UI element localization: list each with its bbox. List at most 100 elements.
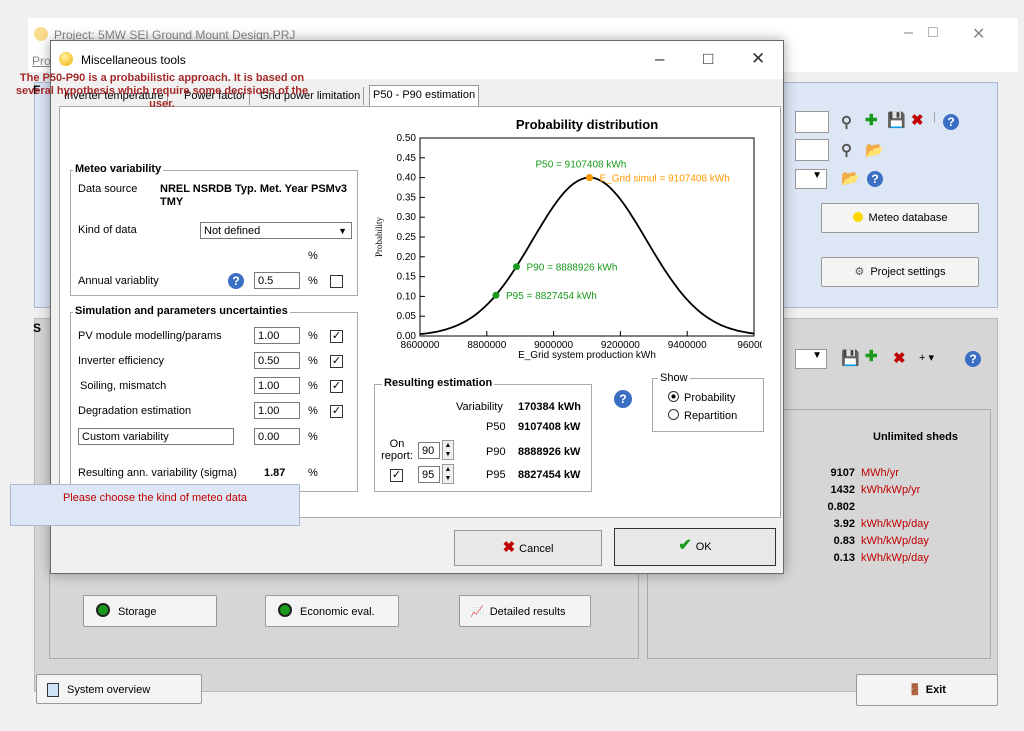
minimize-icon[interactable]: – <box>655 49 664 69</box>
kind-of-data-select[interactable]: Not defined ▼ <box>200 222 352 239</box>
uncert-input[interactable]: 1.00 <box>254 402 300 419</box>
project-field-2[interactable] <box>795 139 829 161</box>
x-tick-label: 9400000 <box>668 340 707 351</box>
uncert-label: Degradation estimation <box>78 405 192 417</box>
p95-percent-input[interactable]: 95 <box>418 466 440 483</box>
p90-label: P90 <box>486 446 506 458</box>
y-tick-label: 0.25 <box>397 232 417 243</box>
result-row: 0.802 <box>827 501 855 513</box>
y-tick-label: 0.40 <box>397 173 417 184</box>
help-icon-2[interactable]: ? <box>867 171 883 187</box>
data-point <box>585 174 593 182</box>
economic-eval-label: Economic eval. <box>300 606 375 618</box>
close-icon[interactable]: ✕ <box>972 24 985 44</box>
spin-icon[interactable]: ▲ ▼ <box>442 464 454 484</box>
save-icon-2[interactable]: 💾 <box>841 349 860 367</box>
storage-icon <box>96 603 110 617</box>
chevron-down-icon: ▼ <box>338 226 347 236</box>
uncert-checkbox[interactable]: ✓ <box>330 405 343 418</box>
kind-of-data-value: Not defined <box>204 225 261 237</box>
uncert-checkbox[interactable]: ✓ <box>330 380 343 393</box>
minimize-icon[interactable]: – <box>904 24 913 42</box>
results-list: 9107 MWh/yr 1432 kWh/kWp/yr 0.802 3.92 kWh/… <box>815 465 928 567</box>
show-title: Show <box>658 372 690 384</box>
warning-text: The P50-P90 is a probabilistic approach.… <box>15 72 309 110</box>
report-checkbox[interactable]: ✓ <box>390 469 403 482</box>
dialog-title: Miscellaneous tools <box>81 53 186 67</box>
help-icon[interactable]: ? <box>614 390 632 408</box>
divider: | <box>933 111 936 123</box>
chart-icon: 📈 <box>470 606 484 618</box>
custom-variability-label-input[interactable]: Custom variability <box>78 428 234 445</box>
uncert-input[interactable]: 1.00 <box>254 377 300 394</box>
storage-label: Storage <box>118 606 157 618</box>
folder-icon-2[interactable]: 📂 <box>841 169 860 187</box>
kind-of-data-label: Kind of data <box>78 224 137 236</box>
uncert-input[interactable]: 1.00 <box>254 327 300 344</box>
overview-icon <box>47 683 59 697</box>
y-tick-label: 0.35 <box>397 192 417 203</box>
x-axis-label: E_Grid system production kWh <box>518 350 656 361</box>
search-icon-2[interactable]: ⚲ <box>841 141 852 159</box>
add-icon[interactable]: ✚ <box>865 111 878 129</box>
project-select[interactable]: ▼ <box>795 169 827 189</box>
project-settings-button[interactable]: ⚙ Project settings <box>821 257 979 287</box>
economic-icon <box>278 603 292 617</box>
exit-button[interactable]: 🚪 Exit <box>856 674 998 706</box>
ok-button[interactable]: ✔ OK <box>614 528 776 566</box>
more-icon[interactable]: + ▾ <box>919 351 934 364</box>
detailed-results-button[interactable]: 📈 Detailed results <box>459 595 591 627</box>
y-tick-label: 0.50 <box>397 133 417 144</box>
delete-icon[interactable]: ✖ <box>911 111 924 129</box>
chart-svg: Probability distribution0.000.050.100.15… <box>374 117 771 361</box>
data-label: P90 = 8888926 kWh <box>527 263 618 274</box>
variant-select[interactable]: ▼ <box>795 349 827 369</box>
app-icon <box>59 52 73 66</box>
data-label: E_Grid simul = 9107408 kWh <box>599 174 729 185</box>
help-icon-3[interactable]: ? <box>965 351 981 367</box>
help-icon[interactable]: ? <box>943 114 959 130</box>
save-icon[interactable]: 💾 <box>887 111 906 129</box>
uncert-unit: % <box>308 405 318 417</box>
maximize-icon[interactable]: □ <box>928 24 938 42</box>
add-icon-2[interactable]: ✚ <box>865 347 878 365</box>
economic-eval-button[interactable]: Economic eval. <box>265 595 399 627</box>
menu-item-project[interactable]: Pro <box>32 54 51 68</box>
meteo-database-label: Meteo database <box>868 212 948 224</box>
storage-button[interactable]: Storage <box>83 595 217 627</box>
annual-variability-input[interactable]: 0.5 <box>254 272 300 289</box>
p50-label: P50 <box>486 421 506 433</box>
result-row: 1432 kWh/kWp/yr <box>830 484 921 496</box>
p95-label: P95 <box>486 469 506 481</box>
radio-probability-label: Probability <box>684 392 736 404</box>
radio-repartition[interactable]: Repartition <box>668 409 737 422</box>
result-row: 9107 MWh/yr <box>830 467 899 479</box>
custom-variability-input[interactable]: 0.00 <box>254 428 300 445</box>
p90-percent-input[interactable]: 90 <box>418 442 440 459</box>
cancel-label: Cancel <box>519 543 554 555</box>
close-icon[interactable]: ✕ <box>751 49 765 69</box>
uncert-checkbox[interactable]: ✓ <box>330 330 343 343</box>
on-report-label: On report: <box>381 438 413 462</box>
spin-icon[interactable]: ▲ ▼ <box>442 440 454 460</box>
status-message: Please choose the kind of meteo data <box>62 492 248 504</box>
maximize-icon[interactable]: □ <box>703 49 713 69</box>
annual-variability-checkbox[interactable] <box>330 275 343 288</box>
search-icon[interactable]: ⚲ <box>841 113 852 131</box>
uncert-input[interactable]: 0.50 <box>254 352 300 369</box>
system-overview-button[interactable]: System overview <box>36 674 202 704</box>
meteo-database-button[interactable]: Meteo database <box>821 203 979 233</box>
help-icon[interactable]: ? <box>228 273 244 289</box>
delete-icon-2[interactable]: ✖ <box>893 349 906 367</box>
uncert-label: Soiling, mismatch <box>80 380 167 392</box>
project-field-1[interactable] <box>795 111 829 133</box>
uncert-checkbox[interactable]: ✓ <box>330 355 343 368</box>
tab-p50-p90[interactable]: P50 - P90 estimation <box>369 85 480 108</box>
y-tick-label: 0.30 <box>397 212 417 223</box>
folder-icon[interactable]: 📂 <box>865 141 884 159</box>
cancel-button[interactable]: ✖ Cancel <box>454 530 602 566</box>
x-tick-label: 960000 <box>737 340 762 351</box>
variability-value: 170384 kWh <box>518 401 581 413</box>
uncert-unit: % <box>308 355 318 367</box>
radio-probability[interactable]: Probability <box>668 391 735 404</box>
